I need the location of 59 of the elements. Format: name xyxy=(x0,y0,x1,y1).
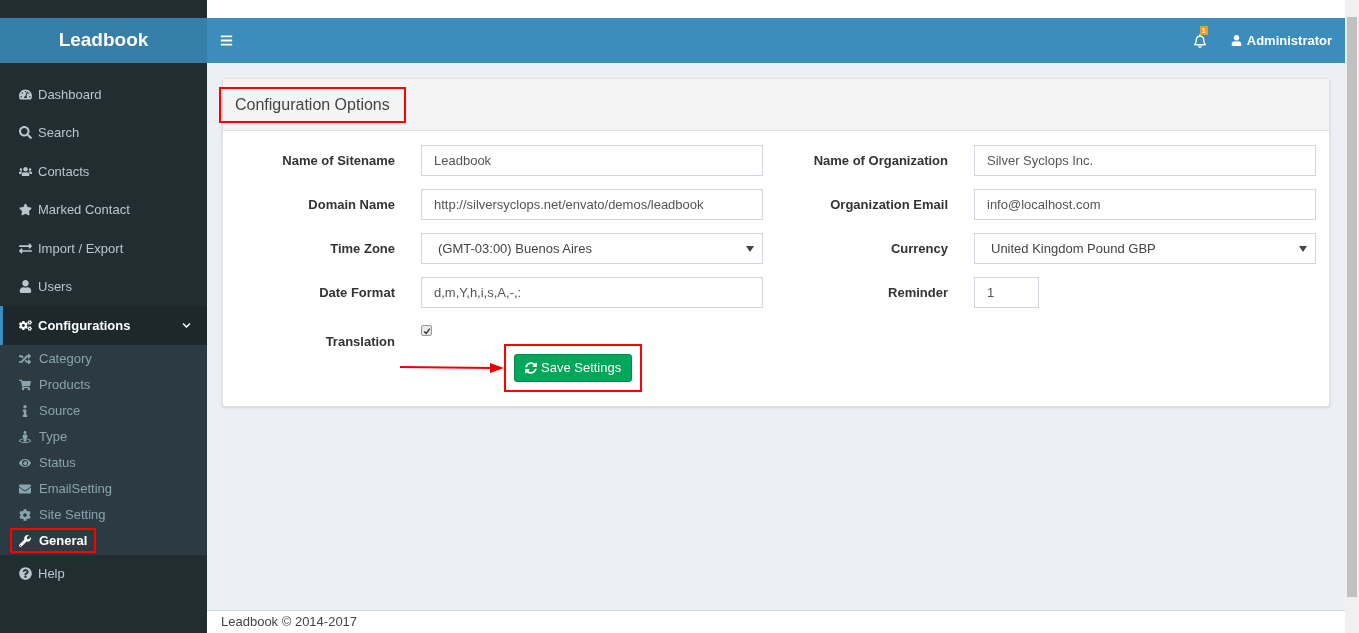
text-field[interactable]: http://silversyclops.net/envato/demos/leadbook xyxy=(421,189,763,220)
field-label: Name of Sitename xyxy=(281,151,395,170)
settings-icon xyxy=(19,508,31,521)
text-field[interactable]: d,m,Y,h,i,s,A,-,: xyxy=(421,277,763,308)
dashboard-icon xyxy=(19,87,32,101)
wrench-icon xyxy=(19,534,31,547)
sidebar-subitem[interactable]: General xyxy=(19,530,88,551)
select-dropdown[interactable]: (GMT-03:00) Buenos Aires xyxy=(421,233,763,264)
sidebar-subitem[interactable]: Status xyxy=(19,452,76,473)
brand-logo[interactable]: Leadbook xyxy=(58,26,149,55)
panel-title: Configuration Options xyxy=(235,94,390,115)
person-icon xyxy=(19,430,31,443)
sidebar-subitem[interactable]: Category xyxy=(19,348,92,369)
checkbox[interactable] xyxy=(421,325,432,336)
text-field[interactable]: Silver Syclops Inc. xyxy=(974,145,1316,176)
sidebar-item[interactable]: Search xyxy=(0,113,207,152)
refresh-icon xyxy=(525,362,537,374)
shuffle-icon xyxy=(19,352,31,365)
sidebar-item[interactable]: Marked Contact xyxy=(0,190,207,229)
sidebar-item[interactable]: Dashboard xyxy=(0,75,207,114)
sidebar-subitem[interactable]: Type xyxy=(19,426,68,447)
sidebar-subitem[interactable]: EmailSetting xyxy=(19,478,112,499)
sidebar-item[interactable]: Help xyxy=(0,554,207,593)
field-label: Name of Organization xyxy=(812,151,948,170)
gears-icon xyxy=(19,318,32,332)
sidebar-item[interactable]: Configurations xyxy=(0,306,207,345)
text-field[interactable]: Leadbook xyxy=(421,145,763,176)
field-label: Time Zone xyxy=(329,239,395,258)
user-icon xyxy=(1230,35,1242,46)
sidebar-item[interactable]: Contacts xyxy=(0,152,207,191)
users-icon xyxy=(19,164,32,178)
dropdown-caret-icon xyxy=(746,245,754,252)
sidebar-subitem[interactable]: Source xyxy=(19,400,81,421)
menu-icon[interactable] xyxy=(220,34,233,47)
user-icon xyxy=(19,280,32,294)
user-menu[interactable]: Administrator xyxy=(1246,30,1332,51)
text-field[interactable]: info@localhost.com xyxy=(974,189,1316,220)
sidebar-subitem[interactable]: Site Setting xyxy=(19,504,106,525)
field-label: Translation xyxy=(324,332,395,351)
search-icon xyxy=(19,126,32,140)
notification-bell-icon[interactable] xyxy=(1192,33,1207,48)
eye-icon xyxy=(19,456,31,469)
footer-text: Leadbook © 2014-2017 xyxy=(221,615,359,629)
field-label: Organization Email xyxy=(829,195,948,214)
number-field[interactable]: 1 xyxy=(974,277,1039,308)
field-label: Currency xyxy=(889,239,948,258)
field-label: Date Format xyxy=(318,283,395,302)
field-label: Reminder xyxy=(887,283,948,302)
sidebar-subitem[interactable]: Products xyxy=(19,374,91,395)
select-dropdown[interactable]: United Kingdom Pound GBP xyxy=(974,233,1316,264)
sidebar-item[interactable]: Import / Export xyxy=(0,229,207,268)
help-icon xyxy=(19,567,32,581)
star-icon xyxy=(19,203,32,217)
envelope-icon xyxy=(19,482,31,495)
sidebar-item[interactable]: Users xyxy=(0,267,207,306)
dropdown-caret-icon xyxy=(1299,245,1307,252)
field-label: Domain Name xyxy=(307,195,395,214)
arrows-icon xyxy=(19,241,32,255)
cart-icon xyxy=(19,378,31,391)
